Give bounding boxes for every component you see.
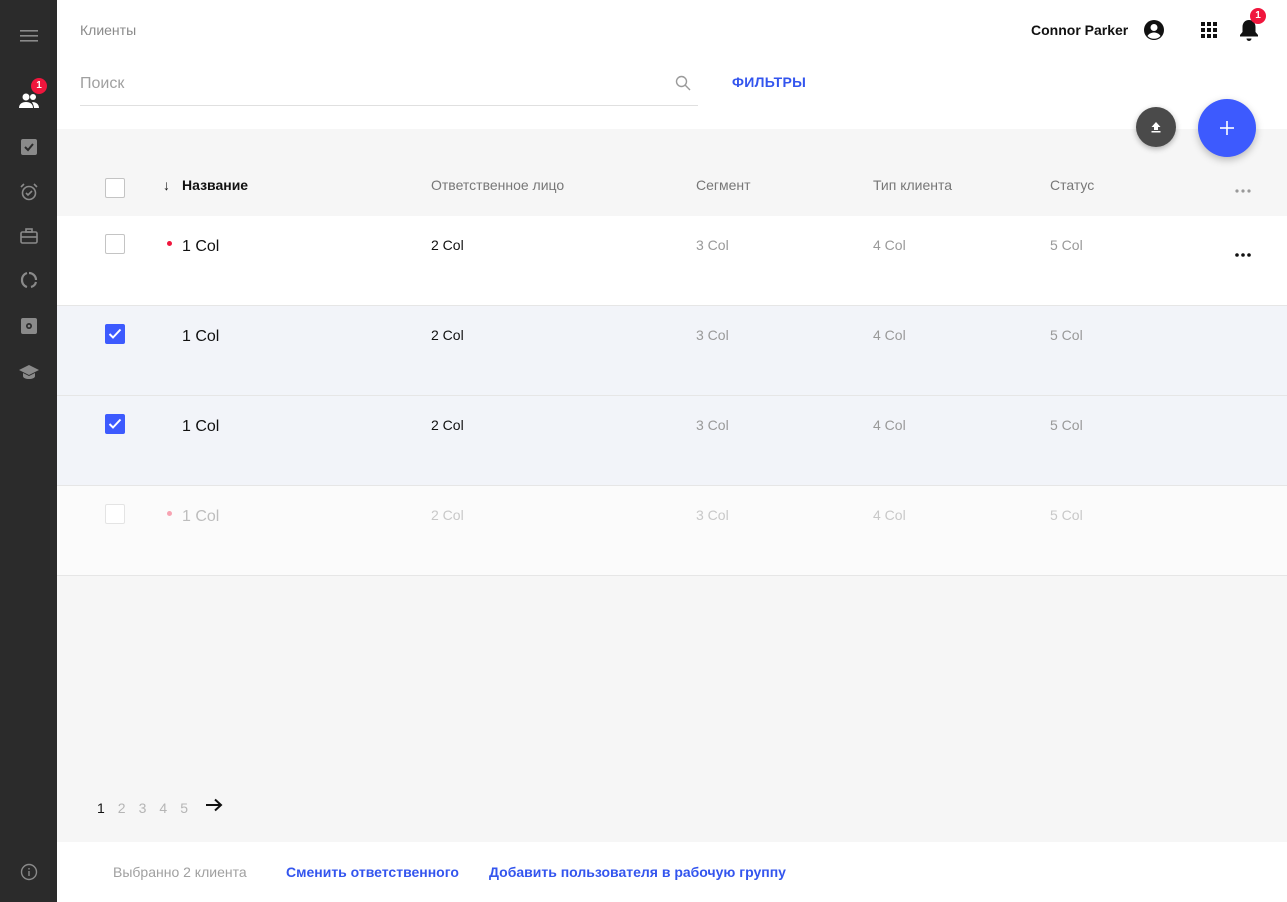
cell-name[interactable]: 1 Col <box>182 418 219 436</box>
cell-segment: 3 Col <box>696 417 729 433</box>
account-button[interactable] <box>1143 19 1165 46</box>
check-icon <box>108 418 122 429</box>
unread-dot <box>167 241 172 246</box>
row-checkbox[interactable] <box>105 234 125 254</box>
loader-icon <box>20 271 37 289</box>
sidebar-item-settings[interactable] <box>0 308 57 344</box>
cell-client-type: 4 Col <box>873 237 906 253</box>
sidebar-item-clients[interactable]: 1 <box>0 78 57 118</box>
education-icon <box>18 365 39 379</box>
sort-arrow-down-icon[interactable]: ↓ <box>163 177 170 193</box>
user-name[interactable]: Connor Parker <box>1031 22 1128 38</box>
cell-segment: 3 Col <box>696 507 729 523</box>
breadcrumb: Клиенты <box>80 22 137 38</box>
cell-status: 5 Col <box>1050 507 1083 523</box>
pagination: 1 2 3 4 5 <box>97 798 223 817</box>
add-client-button[interactable] <box>1198 99 1256 157</box>
unread-dot <box>167 511 172 516</box>
sidebar: 1 <box>0 0 57 902</box>
more-horizontal-icon <box>1235 253 1251 257</box>
plus-icon <box>1220 121 1234 135</box>
page-2[interactable]: 2 <box>118 800 126 816</box>
filters-link[interactable]: ФИЛЬТРЫ <box>732 74 806 90</box>
cell-responsible: 2 Col <box>431 327 464 343</box>
change-responsible-link[interactable]: Сменить ответственного <box>286 864 459 880</box>
page-3[interactable]: 3 <box>139 800 147 816</box>
upload-icon <box>1151 122 1161 133</box>
info-icon <box>20 863 37 881</box>
bulk-actions-bar: Выбранно 2 клиента Сменить ответственног… <box>57 842 1287 902</box>
table-row[interactable]: 1 Col 2 Col 3 Col 4 Col 5 Col <box>57 306 1287 396</box>
table-row[interactable]: 1 Col 2 Col 3 Col 4 Col 5 Col <box>57 216 1287 306</box>
page-1[interactable]: 1 <box>97 800 105 816</box>
cell-status: 5 Col <box>1050 417 1083 433</box>
menu-icon <box>19 30 38 42</box>
sidebar-item-deals[interactable] <box>0 218 57 254</box>
alarm-icon <box>19 183 38 201</box>
menu-button[interactable] <box>0 18 57 54</box>
cell-responsible: 2 Col <box>431 237 464 253</box>
sidebar-item-info[interactable] <box>0 854 57 890</box>
cell-responsible: 2 Col <box>431 507 464 523</box>
cell-name[interactable]: 1 Col <box>182 238 219 256</box>
check-icon <box>108 328 122 339</box>
cell-segment: 3 Col <box>696 327 729 343</box>
column-header-name[interactable]: Название <box>182 177 248 193</box>
clients-icon <box>18 93 39 108</box>
column-header-status[interactable]: Статус <box>1050 177 1094 193</box>
selected-count: Выбранно 2 клиента <box>113 864 247 880</box>
table-row[interactable]: 1 Col 2 Col 3 Col 4 Col 5 Col <box>57 486 1287 576</box>
apps-grid-icon <box>1201 22 1217 38</box>
tasks-icon <box>20 139 37 155</box>
cell-client-type: 4 Col <box>873 507 906 523</box>
row-checkbox[interactable] <box>105 504 125 524</box>
column-header-segment[interactable]: Сегмент <box>696 177 751 193</box>
search-input[interactable] <box>80 62 698 106</box>
table-row[interactable]: 1 Col 2 Col 3 Col 4 Col 5 Col <box>57 396 1287 486</box>
arrow-right-icon <box>205 798 223 812</box>
account-circle-icon <box>1144 20 1164 40</box>
row-checkbox[interactable] <box>105 414 125 434</box>
search-button[interactable] <box>675 75 691 96</box>
briefcase-icon <box>19 228 38 244</box>
cell-status: 5 Col <box>1050 327 1083 343</box>
cell-name[interactable]: 1 Col <box>182 508 219 526</box>
settings-icon <box>20 318 37 334</box>
sidebar-item-progress[interactable] <box>0 262 57 298</box>
sidebar-item-education[interactable] <box>0 354 57 390</box>
column-header-client-type[interactable]: Тип клиента <box>873 177 952 193</box>
apps-button[interactable] <box>1201 22 1217 43</box>
search-icon <box>675 75 691 91</box>
cell-responsible: 2 Col <box>431 417 464 433</box>
column-header-responsible[interactable]: Ответственное лицо <box>431 177 564 193</box>
page-4[interactable]: 4 <box>159 800 167 816</box>
more-horizontal-icon <box>1235 189 1251 193</box>
add-to-group-link[interactable]: Добавить пользователя в рабочую группу <box>489 864 786 880</box>
cell-client-type: 4 Col <box>873 417 906 433</box>
next-page-button[interactable] <box>205 798 223 817</box>
select-all-checkbox[interactable] <box>105 178 125 198</box>
sidebar-item-tasks[interactable] <box>0 129 57 165</box>
upload-button[interactable] <box>1136 107 1176 147</box>
row-menu-button[interactable] <box>1235 244 1251 262</box>
notifications-badge: 1 <box>1250 8 1266 24</box>
row-checkbox[interactable] <box>105 324 125 344</box>
cell-segment: 3 Col <box>696 237 729 253</box>
cell-client-type: 4 Col <box>873 327 906 343</box>
table-header: ↓ Название Ответственное лицо Сегмент Ти… <box>57 160 1287 216</box>
page-5[interactable]: 5 <box>180 800 188 816</box>
cell-name[interactable]: 1 Col <box>182 328 219 346</box>
clients-badge: 1 <box>31 78 47 94</box>
cell-status: 5 Col <box>1050 237 1083 253</box>
sidebar-item-reminders[interactable] <box>0 174 57 210</box>
columns-menu-button[interactable] <box>1235 180 1251 198</box>
